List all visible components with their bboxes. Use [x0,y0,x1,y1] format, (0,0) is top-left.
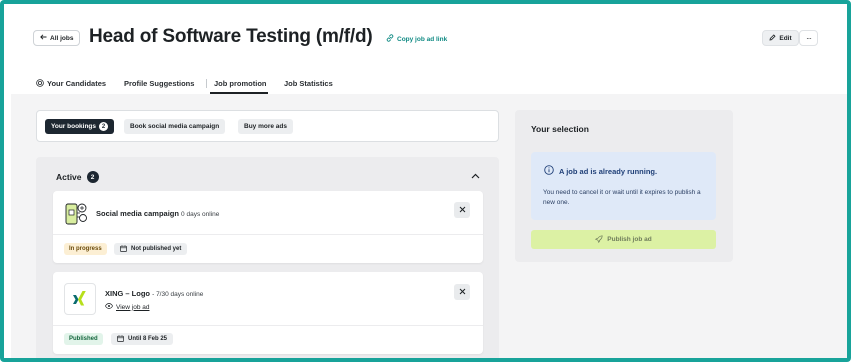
tab-profile-suggestions[interactable]: Profile Suggestions [124,78,206,94]
expiry-date-chip: Until 8 Feb 25 [111,333,174,345]
tab-bar: Your Candidates Profile Suggestions Job … [36,78,333,94]
more-options-button[interactable]: ··· [799,30,818,46]
page-header: All jobs Head of Software Testing (m/f/d… [0,0,851,94]
status-badge-published: Published [64,333,103,345]
selection-title: Your selection [531,124,589,134]
buy-more-ads-pill[interactable]: Buy more ads [238,119,293,134]
close-icon [459,288,466,297]
tab-job-promotion[interactable]: Job promotion [210,78,268,94]
view-job-ad-link[interactable]: View job ad [104,303,150,311]
page-title: Head of Software Testing (m/f/d) [89,26,373,47]
info-notice-title: A job ad is already running. [544,165,657,177]
view-job-ad-label: View job ad [116,303,150,311]
calendar-icon [120,244,127,254]
copy-link-label: Copy job ad link [397,35,448,43]
tab-label: Profile Suggestions [124,79,195,88]
cancel-xing-booking-button[interactable] [454,284,470,300]
bookings-count-badge: 2 [99,122,109,131]
xing-booking-title: XING – Logo - 7/30 days online [105,289,203,298]
arrow-left-icon [40,34,47,42]
cancel-social-booking-button[interactable] [454,202,470,218]
status-badge-in-progress: In progress [64,243,107,255]
link-icon [386,34,394,44]
booking-days-online: 0 days online [181,211,220,218]
pencil-icon [769,33,776,43]
target-icon [36,79,44,89]
tab-label: Your Candidates [47,79,107,88]
edit-label: Edit [779,34,792,42]
booking-days-online: - 7/30 days online [152,291,204,298]
book-social-campaign-pill[interactable]: Book social media campaign [124,119,226,134]
booking-name: XING – Logo [105,289,150,298]
publish-date-chip: Not published yet [114,243,188,255]
copy-job-ad-link[interactable]: Copy job ad link [386,34,447,44]
edit-button[interactable]: Edit [762,30,799,46]
active-label: Active [56,172,82,182]
info-notice-box [531,152,716,220]
card-divider [53,325,483,326]
close-icon [459,206,466,215]
tab-job-statistics[interactable]: Job Statistics [284,78,333,94]
all-jobs-label: All jobs [50,34,74,42]
info-notice-text: You need to cancel it or wait until it e… [543,189,701,206]
social-media-booking-title: Social media campaign 0 days online [96,209,219,218]
active-section-title: Active 2 [56,171,99,183]
eye-icon [104,303,114,311]
info-icon [544,165,554,177]
xing-logo-icon [64,283,96,315]
booking-name: Social media campaign [96,209,179,218]
info-title-label: A job ad is already running. [559,166,658,176]
publish-label: Publish job ad [607,236,652,243]
calendar-icon [117,334,124,344]
all-jobs-button[interactable]: All jobs [33,30,81,46]
bookings-bar: Your bookings 2 Book social media campai… [36,110,499,142]
tab-label: Job promotion [214,79,267,88]
rocket-icon [595,234,603,245]
tab-label: Job Statistics [284,79,333,88]
social-media-illustration-icon [63,201,89,227]
tab-your-candidates[interactable]: Your Candidates [36,78,124,94]
your-bookings-label: Your bookings [51,123,97,130]
your-bookings-pill[interactable]: Your bookings 2 [45,119,115,134]
date-label: Until 8 Feb 25 [128,336,168,342]
collapse-chevron-up-icon[interactable] [471,171,480,181]
date-label: Not published yet [131,246,182,252]
tab-divider [206,79,207,88]
active-count-badge: 2 [86,171,99,183]
card-divider [53,234,483,235]
publish-job-ad-button[interactable]: Publish job ad [531,230,716,249]
